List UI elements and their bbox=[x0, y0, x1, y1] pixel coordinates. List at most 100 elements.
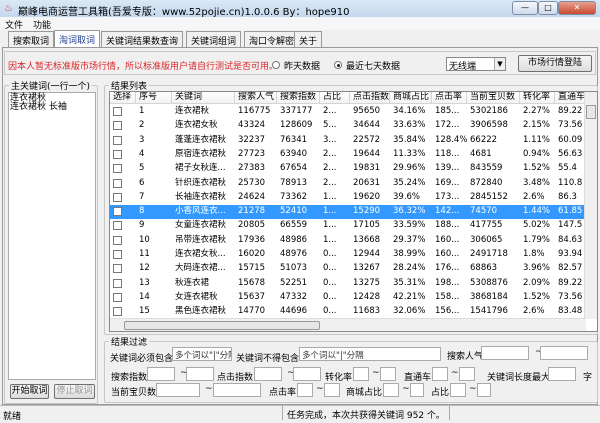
column-header[interactable]: 关键词 bbox=[172, 92, 235, 103]
radio-7days[interactable] bbox=[334, 61, 342, 69]
table-cell: 连衣裙女秋... bbox=[175, 249, 226, 259]
table-row[interactable]: 2 连衣裙女秋 43324 128609 5... 34644 33.63% 172... 39… bbox=[110, 119, 585, 133]
table-cell: 116775 bbox=[238, 106, 271, 116]
tab-result-count[interactable]: 关键词结果数查询 bbox=[101, 31, 184, 47]
table-row[interactable]: 1 连衣裙秋 116775 337177 2... 95650 34.16% 185... 53… bbox=[110, 105, 585, 119]
search-index-min[interactable] bbox=[147, 367, 175, 381]
main-keywords-textarea[interactable]: 连衣裙秋 连衣裙秋 长袖 bbox=[8, 92, 96, 380]
item-count-max[interactable] bbox=[213, 383, 261, 397]
table-cell: 5.02% bbox=[523, 220, 551, 231]
table-row[interactable]: 14 女连衣裙秋 15637 47332 0... 12428 42.21% 158... 38… bbox=[110, 291, 585, 305]
table-row[interactable]: 13 秋连衣裙 15678 52251 0... 13275 35.31% 198... 530… bbox=[110, 277, 585, 291]
conversion-min[interactable] bbox=[353, 367, 369, 381]
table-row[interactable]: 3 蓬蓬连衣裙秋 32237 76341 3... 22572 35.84% 128.4% 66… bbox=[110, 134, 585, 148]
column-header[interactable]: 当前宝贝数 bbox=[467, 92, 520, 103]
table-row[interactable]: 4 原宿连衣裙秋 27723 63940 2... 19644 11.33% 118... 46… bbox=[110, 148, 585, 162]
row-checkbox[interactable] bbox=[113, 264, 122, 274]
table-cell: 3 bbox=[139, 134, 145, 145]
scroll-thumb[interactable] bbox=[124, 321, 320, 330]
tilde: ~ bbox=[205, 384, 213, 394]
click-index-min[interactable] bbox=[254, 367, 282, 381]
mall-ratio-max[interactable] bbox=[410, 383, 424, 397]
row-checkbox[interactable] bbox=[113, 235, 122, 245]
table-cell: 52251 bbox=[280, 277, 308, 288]
column-header[interactable]: 转化率 bbox=[520, 92, 555, 103]
tab-search-words[interactable]: 搜索取词 bbox=[8, 31, 55, 47]
search-pop-max[interactable] bbox=[540, 346, 588, 360]
table-cell: 1.79% bbox=[523, 234, 551, 245]
menu-function[interactable]: 功能 bbox=[33, 18, 51, 31]
start-button[interactable]: 开始取词 bbox=[10, 384, 49, 399]
table-row[interactable]: 10 吊带连衣裙秋 17936 48986 1... 13668 29.37% 160... 3… bbox=[110, 234, 585, 248]
row-checkbox[interactable] bbox=[113, 135, 122, 145]
search-pop-min[interactable] bbox=[481, 346, 529, 360]
vertical-scrollbar[interactable] bbox=[584, 92, 597, 319]
column-header[interactable]: 搜索指数 bbox=[277, 92, 320, 103]
row-checkbox[interactable] bbox=[113, 192, 122, 202]
ctr-max[interactable] bbox=[324, 383, 340, 397]
table-cell: 47332 bbox=[280, 291, 308, 302]
item-count-min[interactable] bbox=[156, 383, 200, 397]
column-header[interactable]: 搜索人气 bbox=[235, 92, 277, 103]
column-header[interactable]: 点击率 bbox=[432, 92, 467, 103]
platform-select[interactable]: 无线端 ▼ bbox=[446, 57, 506, 72]
exclude-input[interactable]: 多个词以"|"分隔 bbox=[299, 347, 441, 361]
row-checkbox[interactable] bbox=[113, 121, 122, 131]
table-cell: 1.11% bbox=[523, 134, 551, 145]
table-row[interactable]: 5 裙子女秋连... 27383 67654 2... 19831 29.96% 139...… bbox=[110, 162, 585, 176]
stop-button[interactable]: 停止取词 bbox=[54, 384, 95, 399]
search-index-max[interactable] bbox=[186, 367, 214, 381]
table-row[interactable]: 11 连衣裙女秋... 16020 48976 0... 12944 38.99% 160..… bbox=[110, 248, 585, 262]
ztc-max[interactable] bbox=[459, 367, 475, 381]
table-row[interactable]: 12 大码连衣裙... 15715 51073 0... 13267 28.24% 176..… bbox=[110, 262, 585, 276]
menu-file[interactable]: 文件 bbox=[5, 18, 23, 31]
row-checkbox[interactable] bbox=[113, 278, 122, 288]
table-cell: 82.57 bbox=[558, 263, 583, 274]
market-login-button[interactable]: 市场行情登陆 bbox=[518, 55, 592, 72]
row-checkbox[interactable] bbox=[113, 307, 122, 317]
ztc-min[interactable] bbox=[432, 367, 448, 381]
minimize-button[interactable]: — bbox=[512, 1, 538, 15]
row-checkbox[interactable] bbox=[113, 250, 122, 259]
tab-taokouling[interactable]: 淘口令解密 bbox=[244, 31, 300, 47]
horizontal-scrollbar[interactable] bbox=[110, 318, 586, 331]
table-cell: 连衣裙女秋 bbox=[175, 120, 218, 131]
scroll-thumb[interactable] bbox=[586, 105, 596, 119]
ratio-max[interactable] bbox=[477, 383, 491, 397]
tab-combine-words[interactable]: 关键词组词 bbox=[186, 31, 242, 47]
click-index-max[interactable] bbox=[293, 367, 321, 381]
row-checkbox[interactable] bbox=[113, 207, 122, 217]
column-header[interactable]: 序号 bbox=[136, 92, 172, 103]
table-row[interactable]: 8 小香风连衣... 21278 52410 1... 15290 36.32% 142...… bbox=[110, 205, 585, 220]
column-header[interactable]: 选择 bbox=[110, 92, 136, 103]
close-button[interactable]: ✕ bbox=[558, 1, 596, 15]
conversion-max[interactable] bbox=[380, 367, 396, 381]
table-row[interactable]: 6 针织连衣裙秋 25730 78913 2... 20631 35.24% 169... 87… bbox=[110, 177, 585, 191]
ratio-min[interactable] bbox=[450, 383, 466, 397]
radio-yesterday[interactable] bbox=[272, 61, 280, 69]
ctr-min[interactable] bbox=[297, 383, 313, 397]
column-header[interactable]: 商城占比 bbox=[390, 92, 432, 103]
row-checkbox[interactable] bbox=[113, 149, 122, 159]
tab-about[interactable]: 关于 bbox=[294, 31, 323, 47]
row-checkbox[interactable] bbox=[113, 221, 122, 231]
row-checkbox[interactable] bbox=[113, 164, 122, 174]
column-header[interactable]: 占比 bbox=[320, 92, 350, 103]
table-row[interactable]: 7 长袖连衣裙秋 24624 73362 1... 19620 39.6% 173... 284… bbox=[110, 191, 585, 205]
maximize-button[interactable]: □ bbox=[538, 1, 558, 15]
mall-ratio-min[interactable] bbox=[383, 383, 399, 397]
must-include-input[interactable]: 多个词以"|"分隔 bbox=[172, 347, 232, 361]
column-header[interactable]: 直通车 bbox=[555, 92, 585, 103]
table-cell: 1.8% bbox=[523, 249, 545, 259]
tab-taoci-words[interactable]: 淘词取词 bbox=[54, 30, 101, 47]
row-checkbox[interactable] bbox=[113, 292, 122, 302]
row-checkbox[interactable] bbox=[113, 178, 122, 188]
table-cell: 147.5 bbox=[558, 220, 583, 231]
table-cell: 35.84% bbox=[393, 134, 426, 145]
table-cell: 2... bbox=[323, 106, 337, 116]
row-checkbox[interactable] bbox=[113, 107, 122, 116]
column-header[interactable]: 点击指数 bbox=[350, 92, 390, 103]
max-length-input[interactable] bbox=[548, 367, 576, 381]
table-cell: 198... bbox=[435, 277, 460, 288]
table-row[interactable]: 9 女童连衣裙秋 20805 66559 1... 17105 33.59% 188... 41… bbox=[110, 219, 585, 233]
